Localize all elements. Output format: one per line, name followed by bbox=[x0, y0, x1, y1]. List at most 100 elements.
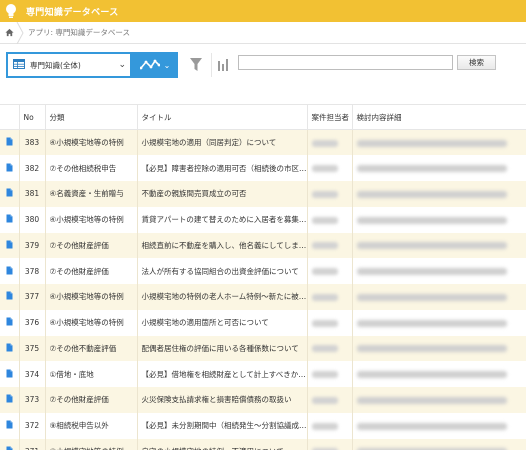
record-no: 383 bbox=[18, 129, 45, 156]
record-detail-icon[interactable] bbox=[0, 335, 19, 362]
column-header-no[interactable]: No bbox=[18, 104, 45, 130]
record-category: ④小規模宅地等の特例 bbox=[44, 438, 137, 450]
record-category: ④小規模宅地等の特例 bbox=[44, 129, 137, 156]
record-detail-icon[interactable] bbox=[0, 387, 19, 413]
breadcrumb-app-link[interactable]: アプリ: 専門知識データベース bbox=[28, 27, 130, 38]
column-header-details[interactable]: 検討内容詳細 bbox=[351, 104, 526, 130]
record-details-redacted bbox=[351, 181, 526, 207]
record-detail-icon[interactable] bbox=[0, 438, 19, 450]
record-detail-icon[interactable] bbox=[0, 232, 19, 259]
table-row[interactable]: 377 ④小規模宅地等の特例 小規模宅地の特例の老人ホーム特例～新たに被… bbox=[0, 284, 526, 310]
table-row[interactable]: 371④小規模宅地等の特例自宅の小規模宅地の特例、不適用について bbox=[0, 438, 526, 450]
record-assignee-redacted bbox=[306, 438, 352, 450]
record-title: 不動産の親族間売買成立の可否 bbox=[136, 181, 307, 207]
record-category: ⑦その他財産評価 bbox=[44, 232, 137, 259]
table-row[interactable]: 380 ④小規模宅地等の特例 賃貸アパートの建て替えのために入居者を募集… bbox=[0, 206, 526, 233]
table-row[interactable]: 373 ⑦その他財産評価 火災保険支払請求権と損害賠償債務の取扱い bbox=[0, 387, 526, 413]
breadcrumb: アプリ: 専門知識データベース bbox=[0, 21, 526, 44]
column-header-assignee[interactable]: 案件担当者 bbox=[306, 104, 352, 130]
record-detail-icon[interactable] bbox=[0, 155, 19, 181]
record-category: ④小規模宅地等の特例 bbox=[44, 284, 137, 310]
line-graph-icon bbox=[139, 59, 160, 70]
record-title: 小規模宅地の適用（同居判定）について bbox=[136, 129, 307, 156]
record-detail-icon[interactable] bbox=[0, 129, 19, 156]
record-assignee-redacted bbox=[306, 335, 352, 362]
record-details-redacted bbox=[351, 361, 526, 387]
search-button[interactable]: 検索 bbox=[457, 55, 496, 70]
record-title: 自宅の小規模宅地の特例、不適用について bbox=[136, 438, 307, 450]
record-detail-icon[interactable] bbox=[0, 206, 19, 233]
record-no: 373 bbox=[18, 387, 45, 413]
chevron-down-icon: ⌄ bbox=[163, 60, 171, 70]
record-detail-icon[interactable] bbox=[0, 258, 19, 284]
record-category: ①借地・底地 bbox=[44, 361, 137, 387]
table-row[interactable]: 372 ⑨相続税申告以外 【必見】未分割期間中（相続発生～分割協議成… bbox=[0, 412, 526, 439]
record-details-redacted bbox=[351, 284, 526, 310]
table-header-row: No 分類 タイトル 案件担当者 検討内容詳細 bbox=[0, 104, 526, 130]
record-no: 375 bbox=[18, 335, 45, 362]
record-assignee-redacted bbox=[306, 181, 352, 207]
table-row[interactable]: 381 ④名義資産・生前贈与 不動産の親族間売買成立の可否 bbox=[0, 181, 526, 207]
record-details-redacted bbox=[351, 412, 526, 439]
home-icon[interactable] bbox=[2, 22, 16, 44]
record-title: 小規模宅地の特例の老人ホーム特例～新たに被… bbox=[136, 284, 307, 310]
record-category: ⑦その他財産評価 bbox=[44, 387, 137, 413]
table-row[interactable]: 379 ⑦その他財産評価 相続直前に不動産を購入し、他名義にしてしま… bbox=[0, 232, 526, 259]
record-assignee-redacted bbox=[306, 387, 352, 413]
record-title: 【必見】借地権を相続財産として計上すべきか… bbox=[136, 361, 307, 387]
record-details-redacted bbox=[351, 129, 526, 156]
table-row[interactable]: 375 ⑦その他不動産評価 配偶者居住権の評価に用いる各種係数について bbox=[0, 335, 526, 362]
graph-button[interactable]: ⌄ bbox=[132, 52, 178, 78]
record-assignee-redacted bbox=[306, 284, 352, 310]
record-detail-icon[interactable] bbox=[0, 181, 19, 207]
record-details-redacted bbox=[351, 387, 526, 413]
record-assignee-redacted bbox=[306, 412, 352, 439]
view-select-label: 専門知識(全体) bbox=[30, 60, 81, 70]
filter-icon[interactable] bbox=[184, 53, 208, 77]
record-no: 374 bbox=[18, 361, 45, 387]
record-details-redacted bbox=[351, 258, 526, 284]
table-row[interactable]: 383 ④小規模宅地等の特例 小規模宅地の適用（同居判定）について bbox=[0, 129, 526, 156]
record-details-redacted bbox=[351, 155, 526, 181]
record-no: 372 bbox=[18, 412, 45, 439]
record-details-redacted bbox=[351, 206, 526, 233]
record-title: 【必見】未分割期間中（相続発生～分割協議成… bbox=[136, 412, 307, 439]
lightbulb-icon bbox=[0, 0, 22, 22]
records-table: No 分類 タイトル 案件担当者 検討内容詳細 383 ④小規模宅地等の特例 小規模… bbox=[0, 104, 526, 450]
record-details-redacted bbox=[351, 232, 526, 259]
record-detail-icon[interactable] bbox=[0, 412, 19, 439]
record-title: 法人が所有する協同組合の出資金評価について bbox=[136, 258, 307, 284]
record-no: 377 bbox=[18, 284, 45, 310]
record-title: 配偶者居住権の評価に用いる各種係数について bbox=[136, 335, 307, 362]
record-no: 381 bbox=[18, 181, 45, 207]
record-category: ④小規模宅地等の特例 bbox=[44, 206, 137, 233]
record-assignee-redacted bbox=[306, 361, 352, 387]
record-no: 379 bbox=[18, 232, 45, 259]
table-row[interactable]: 376 ④小規模宅地等の特例 小規模宅地の適用箇所と可否について bbox=[0, 309, 526, 336]
table-row[interactable]: 382 ⑦その他相続税申告 【必見】障害者控除の適用可否（相続後の市区… bbox=[0, 155, 526, 181]
record-no: 380 bbox=[18, 206, 45, 233]
column-header-category[interactable]: 分類 bbox=[44, 104, 137, 130]
record-detail-icon[interactable] bbox=[0, 309, 19, 336]
breadcrumb-separator-icon bbox=[16, 21, 24, 44]
record-category: ④名義資産・生前贈与 bbox=[44, 181, 137, 207]
record-category: ④小規模宅地等の特例 bbox=[44, 309, 137, 336]
column-header-title[interactable]: タイトル bbox=[136, 104, 307, 130]
record-details-redacted bbox=[351, 309, 526, 336]
table-row[interactable]: 378 ⑦その他財産評価 法人が所有する協同組合の出資金評価について bbox=[0, 258, 526, 284]
record-detail-icon[interactable] bbox=[0, 361, 19, 387]
bar-chart-icon[interactable] bbox=[211, 53, 233, 77]
record-title: 小規模宅地の適用箇所と可否について bbox=[136, 309, 307, 336]
record-assignee-redacted bbox=[306, 155, 352, 181]
record-category: ⑨相続税申告以外 bbox=[44, 412, 137, 439]
view-select[interactable]: 専門知識(全体) ⌄ bbox=[6, 52, 132, 78]
record-details-redacted bbox=[351, 438, 526, 450]
record-title: 【必見】障害者控除の適用可否（相続後の市区… bbox=[136, 155, 307, 181]
record-no: 371 bbox=[18, 438, 45, 450]
table-row[interactable]: 374 ①借地・底地 【必見】借地権を相続財産として計上すべきか… bbox=[0, 361, 526, 387]
record-detail-icon[interactable] bbox=[0, 284, 19, 310]
record-no: 376 bbox=[18, 309, 45, 336]
search-input[interactable] bbox=[238, 55, 453, 70]
detail-column-header bbox=[0, 104, 19, 130]
record-details-redacted bbox=[351, 335, 526, 362]
